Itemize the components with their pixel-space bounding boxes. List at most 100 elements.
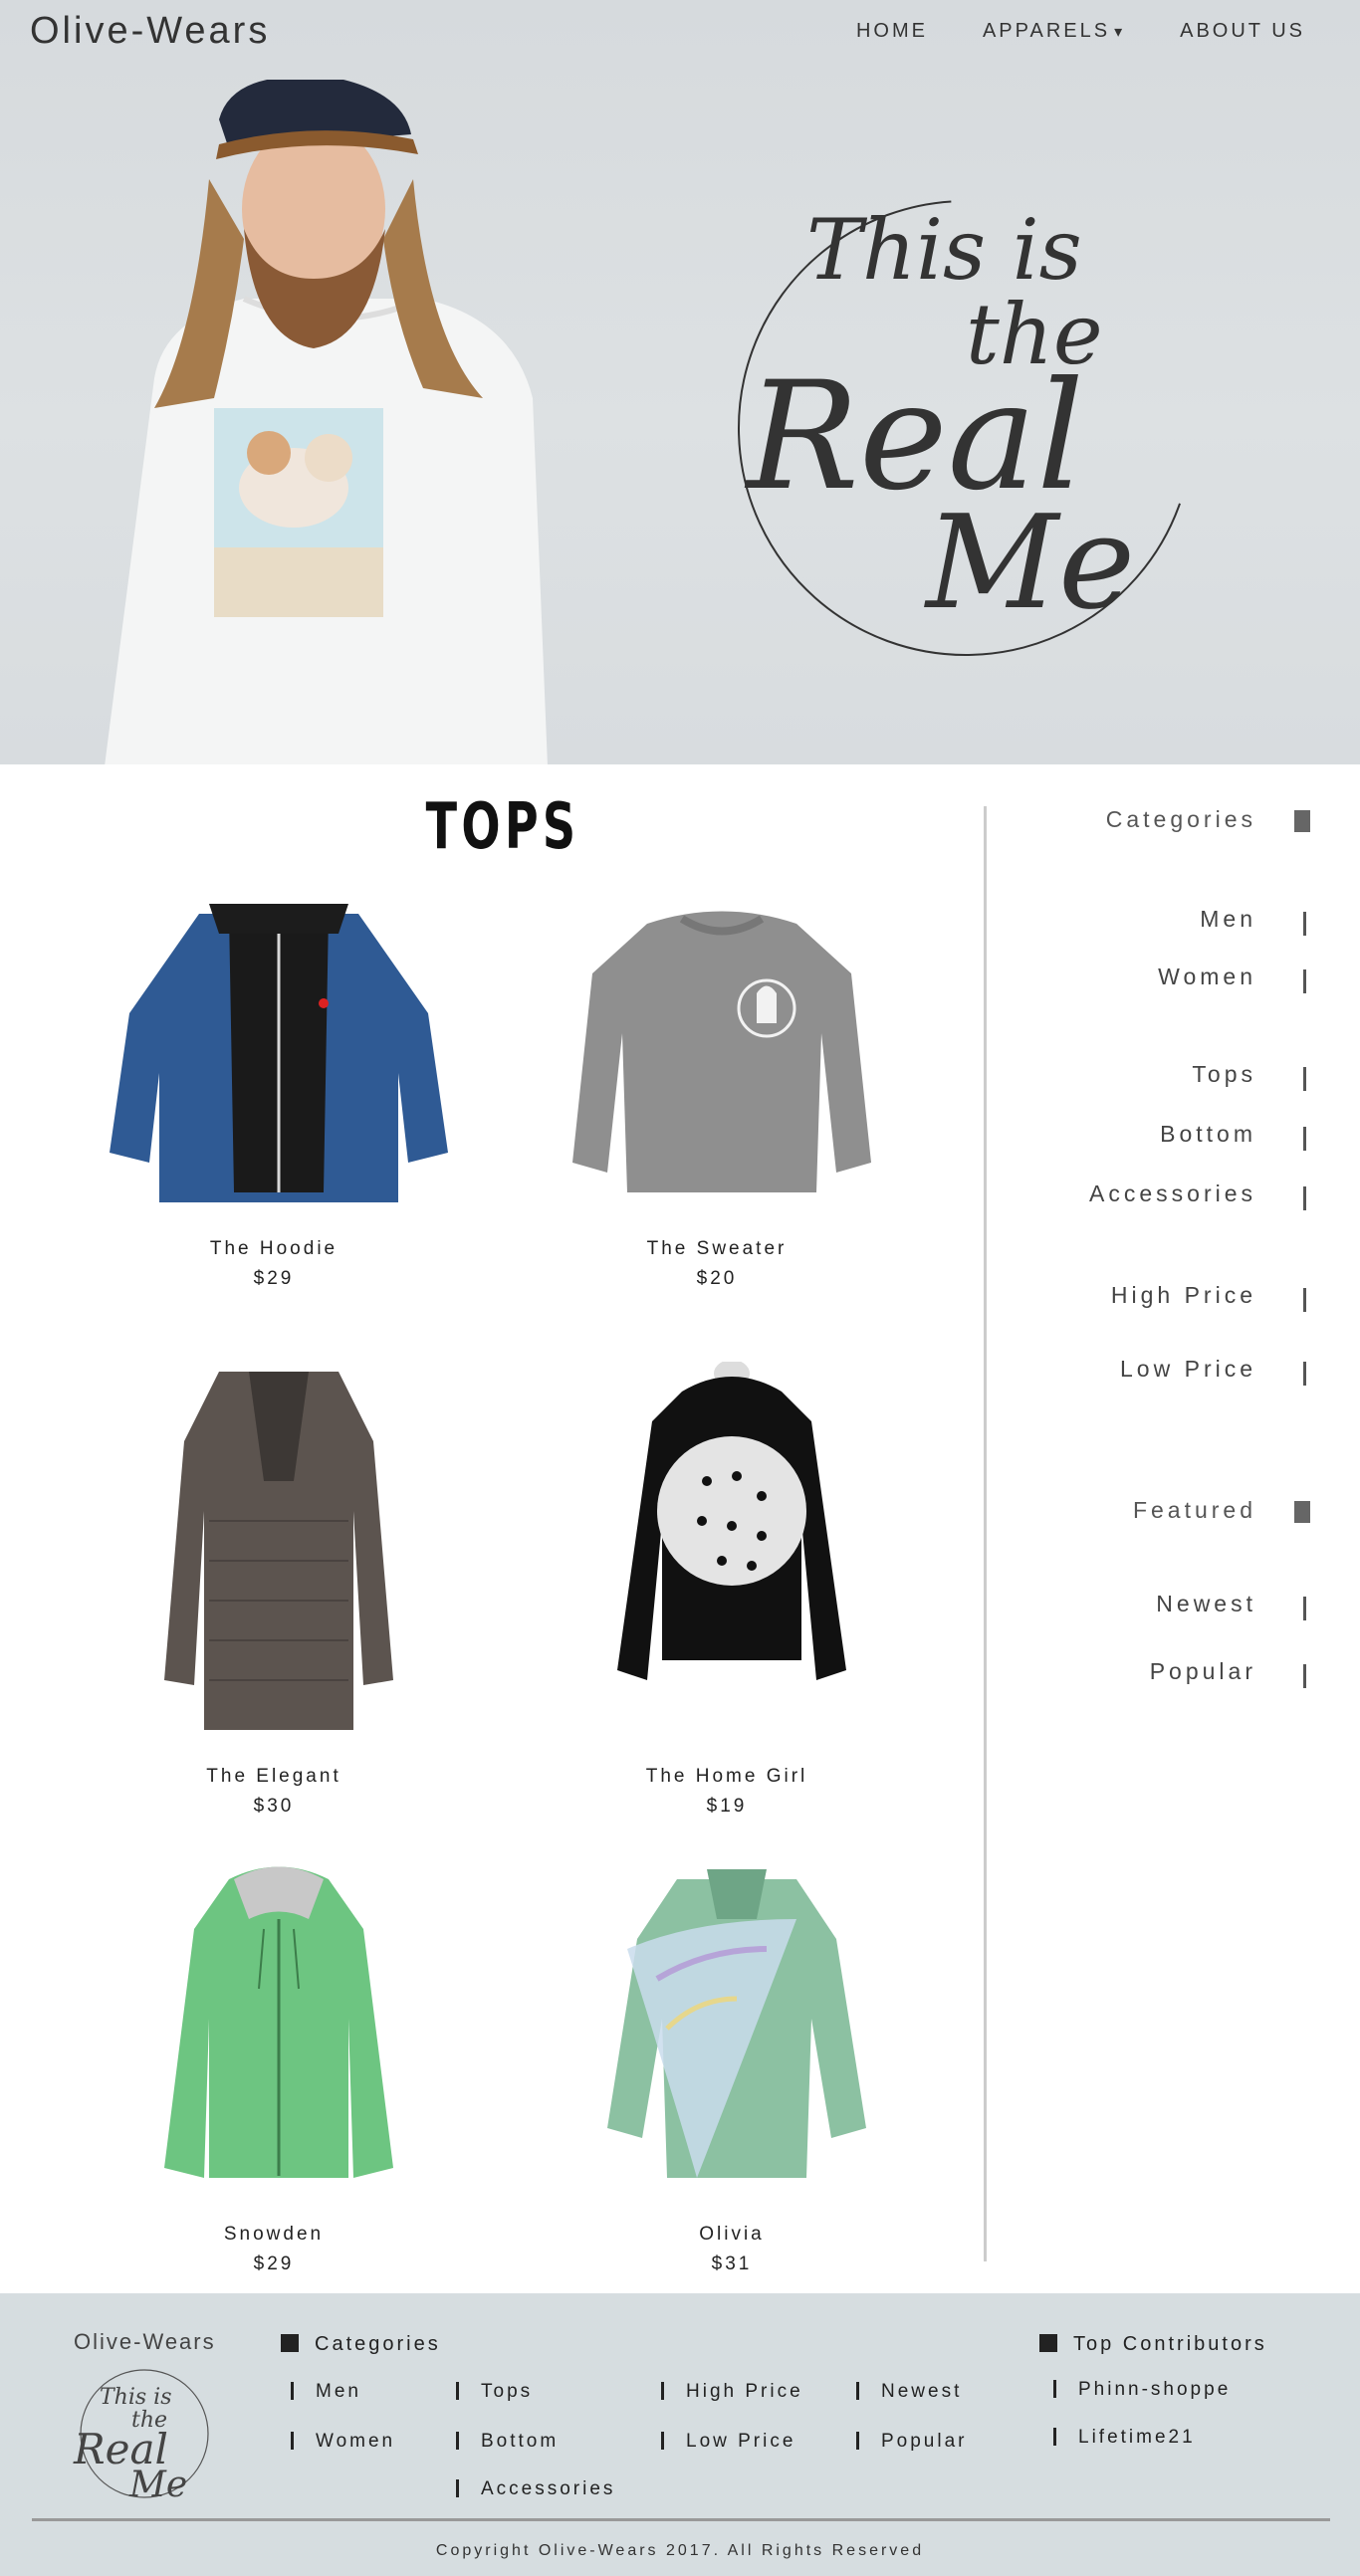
sidebar-item-tops[interactable]: Tops — [962, 1061, 1360, 1091]
footer-link-label: Phinn-shoppe — [1078, 2379, 1232, 2400]
bar-icon — [1303, 1288, 1306, 1312]
bar-icon — [856, 2432, 859, 2450]
footer-link-phinn-shoppe[interactable]: Phinn-shoppe — [1053, 2379, 1231, 2401]
bar-icon — [291, 2382, 294, 2400]
bar-icon — [856, 2382, 859, 2400]
sidebar-item-popular[interactable]: Popular — [962, 1658, 1360, 1688]
footer-link-bottom[interactable]: Bottom — [456, 2431, 559, 2453]
footer-heading-label: Categories — [315, 2333, 441, 2355]
main-nav: HOME APPARELS ▾ ABOUT US — [856, 20, 1305, 43]
sidebar-item-high-price[interactable]: High Price — [962, 1282, 1360, 1312]
sidebar-item-women[interactable]: Women — [962, 964, 1360, 993]
product-card-olivia[interactable]: Olivia $31 — [567, 1859, 896, 2275]
sidebar-heading-label: Featured — [1132, 1497, 1256, 1523]
product-price: $19 — [706, 1796, 748, 1817]
zip-hoodie-image — [164, 1866, 393, 2178]
sidebar-item-bottom[interactable]: Bottom — [962, 1121, 1360, 1151]
sweater-image — [572, 911, 871, 1192]
bar-icon — [456, 2479, 459, 2497]
sidebar-item-label: Popular — [1149, 1658, 1256, 1684]
bar-icon — [1303, 1362, 1306, 1386]
sidebar-item-accessories[interactable]: Accessories — [962, 1181, 1360, 1210]
sidebar-item-men[interactable]: Men — [962, 906, 1360, 936]
square-icon — [1294, 810, 1310, 832]
main-content: TOPS The Hoodie $29 The Sweater $20 The … — [0, 764, 1360, 2293]
sidebar-item-newest[interactable]: Newest — [962, 1591, 1360, 1620]
footer-divider — [32, 2518, 1330, 2521]
footer-link-popular[interactable]: Popular — [856, 2431, 968, 2453]
sidebar-item-label: Women — [1158, 964, 1256, 989]
bar-icon — [661, 2382, 664, 2400]
footer-link-newest[interactable]: Newest — [856, 2381, 962, 2403]
footer-heading-label: Top Contributors — [1073, 2333, 1267, 2355]
sidebar-item-label: Bottom — [1160, 1121, 1256, 1147]
bar-icon — [1053, 2380, 1056, 2398]
seal-line-4: Me — [128, 2465, 187, 2505]
product-card-elegant[interactable]: The Elegant $30 — [110, 1362, 438, 1818]
footer-link-men[interactable]: Men — [291, 2381, 361, 2403]
footer-link-high-price[interactable]: High Price — [661, 2381, 803, 2403]
hero-model-image — [105, 80, 548, 764]
product-price: $31 — [711, 2254, 753, 2274]
footer-link-label: Newest — [881, 2381, 963, 2402]
square-icon — [281, 2334, 299, 2352]
sidebar-item-label: Newest — [1156, 1591, 1256, 1616]
content-divider — [984, 806, 987, 2261]
bar-icon — [456, 2382, 459, 2400]
sidebar-item-label: Low Price — [1120, 1356, 1256, 1382]
bar-icon — [1303, 912, 1306, 936]
footer-link-label: Lifetime21 — [1078, 2427, 1196, 2448]
footer-link-accessories[interactable]: Accessories — [456, 2478, 615, 2500]
bar-icon — [291, 2432, 294, 2450]
cardigan-image — [164, 1372, 393, 1730]
sidebar-item-label: High Price — [1110, 1282, 1256, 1308]
product-card-sweater[interactable]: The Sweater $20 — [553, 894, 881, 1290]
sidebar-item-label: Accessories — [1089, 1181, 1256, 1206]
product-name: The Hoodie — [209, 1238, 339, 1259]
jacket-image — [110, 904, 448, 1202]
footer-contributors-heading: Top Contributors — [1039, 2333, 1267, 2356]
bar-icon — [1053, 2428, 1056, 2446]
footer-link-label: Accessories — [481, 2478, 616, 2499]
product-price: $30 — [253, 1796, 295, 1817]
bar-icon — [661, 2432, 664, 2450]
footer-logo[interactable]: Olive-Wears — [74, 2329, 216, 2355]
footer-link-low-price[interactable]: Low Price — [661, 2431, 795, 2453]
sidebar-item-label: Tops — [1192, 1061, 1256, 1087]
hero-slogan: This is the Real Me — [738, 200, 1194, 656]
slogan-line-1: This is — [806, 201, 1082, 299]
product-card-snowden[interactable]: Snowden $29 — [110, 1859, 438, 2275]
product-card-hoodie[interactable]: The Hoodie $29 — [110, 894, 448, 1290]
sidebar-item-low-price[interactable]: Low Price — [962, 1356, 1360, 1386]
chevron-down-icon: ▾ — [1114, 24, 1126, 41]
sidebar-item-label: Men — [1200, 906, 1256, 932]
sidebar-heading-label: Categories — [1105, 806, 1256, 832]
square-icon — [1039, 2334, 1057, 2352]
slogan-line-4: Me — [924, 487, 1135, 638]
product-name: The Home Girl — [645, 1766, 808, 1787]
product-name: The Sweater — [646, 1238, 788, 1259]
page-title: TOPS — [425, 790, 580, 864]
product-price: $29 — [253, 1268, 295, 1289]
bar-icon — [1303, 1186, 1306, 1210]
nav-home[interactable]: HOME — [856, 20, 928, 43]
bar-icon — [1303, 1597, 1306, 1620]
hoodie-image — [617, 1362, 846, 1680]
hero-banner: Olive-Wears HOME APPARELS ▾ ABOUT US This… — [0, 0, 1360, 764]
product-card-home-girl[interactable]: The Home Girl $19 — [563, 1362, 891, 1818]
bar-icon — [1303, 969, 1306, 993]
nav-about-us[interactable]: ABOUT US — [1180, 20, 1305, 43]
product-name: The Elegant — [206, 1766, 341, 1787]
footer: Olive-Wears This is the Real Me Categori… — [0, 2293, 1360, 2576]
bar-icon — [1303, 1127, 1306, 1151]
product-name: Olivia — [699, 2224, 765, 2245]
footer-categories-heading: Categories — [281, 2333, 441, 2356]
footer-link-tops[interactable]: Tops — [456, 2381, 533, 2403]
bar-icon — [456, 2432, 459, 2450]
footer-link-lifetime21[interactable]: Lifetime21 — [1053, 2427, 1196, 2449]
site-logo[interactable]: Olive-Wears — [30, 10, 270, 53]
nav-apparels[interactable]: APPARELS ▾ — [983, 20, 1125, 43]
footer-link-women[interactable]: Women — [291, 2431, 395, 2453]
footer-link-label: Tops — [481, 2381, 534, 2402]
footer-link-label: Low Price — [686, 2431, 796, 2452]
